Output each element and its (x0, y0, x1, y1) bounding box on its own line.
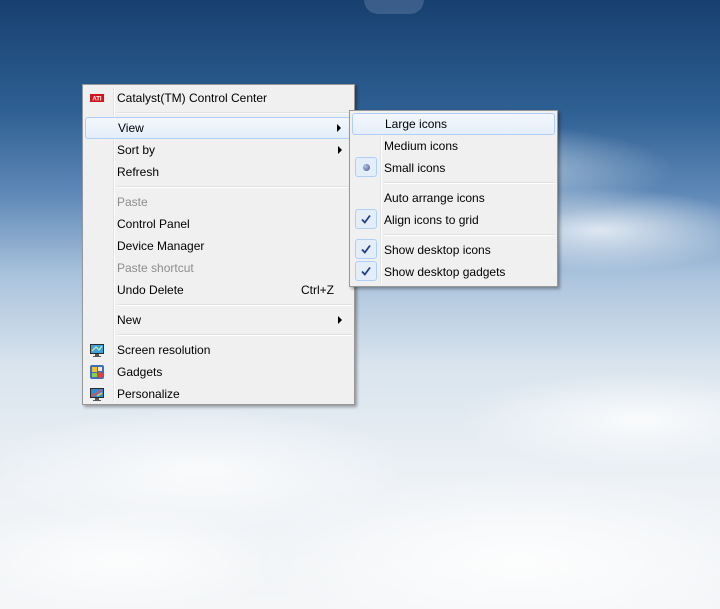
menu-item-show-desktop-gadgets[interactable]: Show desktop gadgets (352, 261, 555, 283)
menu-item-medium-icons[interactable]: Medium icons (352, 135, 555, 157)
checkmark-icon (361, 244, 371, 254)
menu-item-refresh[interactable]: Refresh (85, 161, 352, 183)
menu-item-label: View (118, 121, 144, 135)
menu-item-small-icons[interactable]: Small icons (352, 157, 555, 179)
menu-item-control-panel[interactable]: Control Panel (85, 213, 352, 235)
menu-item-label: Paste (117, 195, 148, 209)
menu-item-label: New (117, 313, 142, 327)
menu-item-label: Control Panel (117, 217, 190, 231)
menu-item-label: Device Manager (117, 239, 205, 253)
ati-logo-icon: ATI (89, 90, 105, 106)
menu-item-view[interactable]: View (85, 117, 352, 139)
menu-item-screen-resolution[interactable]: Screen resolution (85, 339, 352, 361)
moon-shape (364, 0, 424, 14)
view-submenu: Large icons Medium icons Small icons Aut… (349, 110, 558, 287)
menu-item-catalyst-control-center[interactable]: ATI Catalyst(TM) Control Center (85, 87, 352, 109)
menu-item-personalize[interactable]: Personalize (85, 383, 352, 405)
menu-item-label: Medium icons (384, 139, 459, 153)
personalize-icon (89, 386, 105, 402)
menu-item-label: Gadgets (117, 365, 163, 379)
menu-item-show-desktop-icons[interactable]: Show desktop icons (352, 239, 555, 261)
menu-separator (384, 182, 555, 184)
menu-item-label: Show desktop gadgets (384, 265, 506, 279)
menu-item-label: Refresh (117, 165, 160, 179)
screen-resolution-icon (89, 342, 105, 358)
desktop-context-menu: ATI Catalyst(TM) Control Center View Sor… (82, 84, 355, 405)
menu-separator (117, 112, 352, 114)
checked-indicator (355, 239, 377, 259)
menu-item-shortcut: Ctrl+Z (301, 283, 334, 297)
menu-item-label: Catalyst(TM) Control Center (117, 91, 268, 105)
menu-item-label: Auto arrange icons (384, 191, 485, 205)
menu-item-label: Small icons (384, 161, 446, 175)
radio-selected-indicator (355, 157, 377, 177)
menu-item-label: Screen resolution (117, 343, 211, 357)
submenu-arrow-icon (338, 316, 342, 324)
checkmark-icon (361, 214, 371, 224)
gadgets-icon (89, 364, 105, 380)
menu-separator (117, 304, 352, 306)
menu-item-paste: Paste (85, 191, 352, 213)
menu-item-large-icons[interactable]: Large icons (352, 113, 555, 135)
checkmark-icon (361, 266, 371, 276)
submenu-arrow-icon (338, 146, 342, 154)
menu-item-gadgets[interactable]: Gadgets (85, 361, 352, 383)
menu-item-paste-shortcut: Paste shortcut (85, 257, 352, 279)
menu-item-sort-by[interactable]: Sort by (85, 139, 352, 161)
menu-item-label: Show desktop icons (384, 243, 491, 257)
menu-item-label: Undo Delete (117, 283, 184, 297)
menu-item-align-icons-to-grid[interactable]: Align icons to grid (352, 209, 555, 231)
svg-text:ATI: ATI (92, 97, 102, 103)
checked-indicator (355, 261, 377, 281)
menu-item-new[interactable]: New (85, 309, 352, 331)
menu-item-undo-delete[interactable]: Undo Delete Ctrl+Z (85, 279, 352, 301)
menu-item-label: Personalize (117, 387, 180, 401)
radio-bullet-icon (362, 163, 370, 171)
menu-separator (117, 334, 352, 336)
menu-item-device-manager[interactable]: Device Manager (85, 235, 352, 257)
menu-item-label: Sort by (117, 143, 156, 157)
menu-item-auto-arrange-icons[interactable]: Auto arrange icons (352, 187, 555, 209)
desktop-background[interactable]: ATI Catalyst(TM) Control Center View Sor… (0, 0, 720, 609)
menu-item-label: Large icons (385, 117, 448, 131)
menu-separator (117, 186, 352, 188)
menu-item-label: Align icons to grid (384, 213, 479, 227)
submenu-arrow-icon (337, 124, 341, 132)
menu-separator (384, 234, 555, 236)
checked-indicator (355, 209, 377, 229)
menu-item-label: Paste shortcut (117, 261, 194, 275)
